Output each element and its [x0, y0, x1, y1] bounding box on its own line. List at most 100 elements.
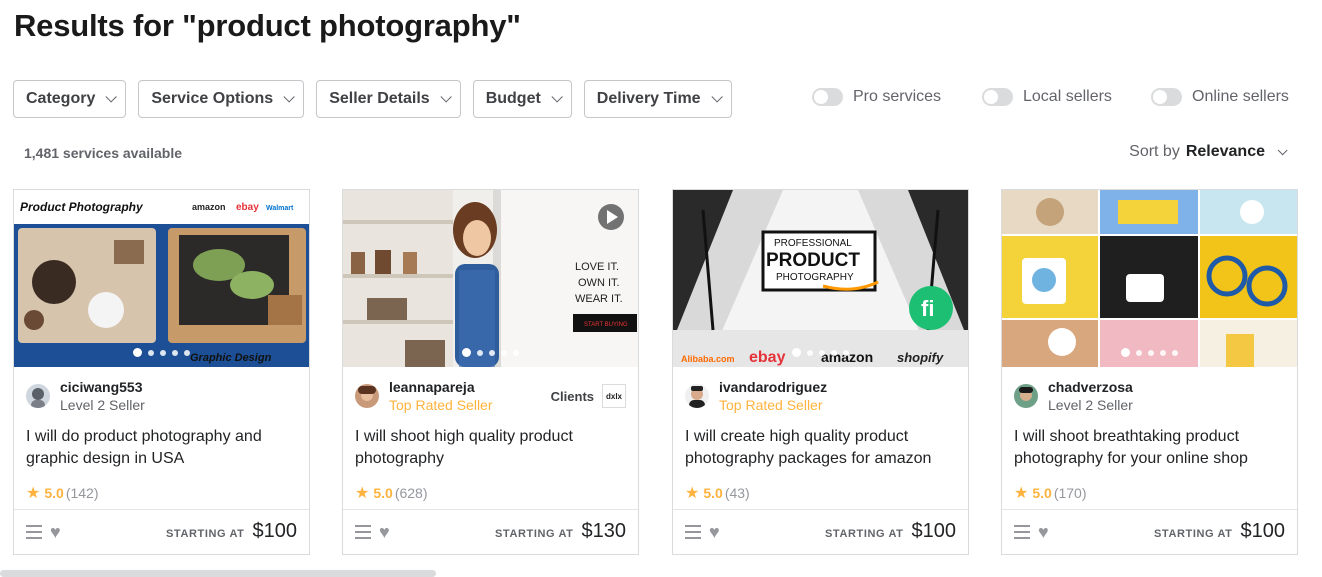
- brand-text: ebay: [236, 202, 259, 213]
- sign-text: PHOTOGRAPHY: [776, 272, 854, 283]
- filter-budget[interactable]: Budget: [472, 80, 572, 118]
- price[interactable]: STARTING AT $100: [825, 520, 956, 543]
- rating-count: (628): [394, 485, 428, 501]
- horizontal-scrollbar[interactable]: [0, 570, 436, 577]
- toggle-local-sellers[interactable]: Local sellers: [982, 88, 1112, 106]
- filter-category[interactable]: Category: [13, 80, 127, 118]
- carousel-dot[interactable]: [489, 349, 495, 356]
- seller-info[interactable]: ivandarodriguez Top Rated Seller: [685, 378, 827, 414]
- starting-at-label: STARTING AT: [1154, 528, 1233, 540]
- toggle-online-sellers[interactable]: Online sellers: [1151, 88, 1289, 106]
- seller-name[interactable]: chadverzosa: [1048, 378, 1133, 396]
- carousel-dot[interactable]: [1121, 348, 1130, 357]
- carousel-dot[interactable]: [501, 349, 507, 356]
- toggle-pro-services[interactable]: Pro services: [812, 88, 941, 106]
- chevron-down-icon: [440, 91, 452, 103]
- avatar-image: [685, 384, 709, 408]
- avatar[interactable]: [1014, 384, 1038, 408]
- carousel-dot[interactable]: [831, 349, 837, 356]
- avatar[interactable]: [685, 384, 709, 408]
- avatar[interactable]: [355, 384, 379, 408]
- carousel-dot[interactable]: [819, 349, 825, 356]
- button-text: START BUYING: [584, 322, 628, 328]
- seller-name[interactable]: ivandarodriguez: [719, 378, 827, 396]
- carousel-dots[interactable]: [673, 348, 968, 357]
- seller-level: Top Rated Seller: [719, 397, 823, 413]
- seller-level: Top Rated Seller: [389, 397, 493, 413]
- rating-count: (43): [724, 485, 750, 501]
- gig-title[interactable]: I will do product photography and graphi…: [26, 426, 298, 470]
- carousel-dot[interactable]: [160, 349, 166, 356]
- carousel-dots[interactable]: [14, 348, 309, 357]
- avatar[interactable]: [26, 384, 50, 408]
- carousel-dot[interactable]: [1172, 349, 1178, 356]
- clients-badge[interactable]: Clients dxlx: [551, 384, 626, 408]
- menu-icon[interactable]: [26, 525, 42, 539]
- menu-icon[interactable]: [685, 525, 701, 539]
- toggle-switch[interactable]: [982, 88, 1013, 106]
- carousel-dot[interactable]: [1160, 349, 1166, 356]
- heart-icon[interactable]: ♥: [379, 522, 390, 543]
- seller-info[interactable]: chadverzosa Level 2 Seller: [1014, 378, 1133, 414]
- filter-label: Seller Details: [329, 90, 430, 107]
- gig-thumbnail[interactable]: [1002, 190, 1297, 367]
- carousel-dot[interactable]: [172, 349, 178, 356]
- avatar-image: [1014, 384, 1038, 408]
- price[interactable]: STARTING AT $100: [166, 520, 297, 543]
- carousel-dot[interactable]: [148, 349, 154, 356]
- gig-image: LOVE IT. OWN IT. WEAR IT. START BUYING: [343, 190, 638, 367]
- badge-text: fi: [921, 296, 934, 321]
- seller-name[interactable]: ciciwang553: [60, 378, 145, 396]
- filter-label: Service Options: [151, 90, 274, 107]
- filter-label: Delivery Time: [596, 90, 701, 107]
- carousel-dot[interactable]: [1148, 349, 1154, 356]
- heart-icon[interactable]: ♥: [709, 522, 720, 543]
- gig-thumbnail[interactable]: PROFESSIONAL PRODUCT PHOTOGRAPHY fi Alib…: [673, 190, 968, 367]
- filter-label: Category: [26, 90, 96, 107]
- gig-title[interactable]: I will shoot high quality product photog…: [355, 426, 627, 470]
- seller-name[interactable]: leannapareja: [389, 378, 493, 396]
- gig-image: Product Photography amazon ebay Walmart …: [14, 190, 309, 367]
- filter-label: Budget: [485, 90, 541, 107]
- toggle-switch[interactable]: [812, 88, 843, 106]
- sort-value: Relevance: [1185, 143, 1265, 160]
- gig-card[interactable]: LOVE IT. OWN IT. WEAR IT. START BUYING l…: [342, 189, 639, 555]
- carousel-dot[interactable]: [513, 349, 519, 356]
- seller-info[interactable]: leannapareja Top Rated Seller: [355, 378, 493, 414]
- carousel-dots[interactable]: [343, 348, 638, 357]
- price-value: $130: [581, 520, 627, 542]
- carousel-dots[interactable]: [1002, 348, 1297, 357]
- chevron-down-icon: [711, 91, 723, 103]
- filter-delivery-time[interactable]: Delivery Time: [583, 80, 732, 118]
- carousel-dot[interactable]: [792, 348, 801, 357]
- carousel-dot[interactable]: [133, 348, 142, 357]
- star-icon: ★: [355, 485, 370, 502]
- rating: ★ 5.0 (628): [355, 483, 428, 503]
- carousel-dot[interactable]: [807, 349, 813, 356]
- gig-card[interactable]: PROFESSIONAL PRODUCT PHOTOGRAPHY fi Alib…: [672, 189, 969, 555]
- gig-title[interactable]: I will create high quality product photo…: [685, 426, 957, 470]
- carousel-dot[interactable]: [1136, 349, 1142, 356]
- gig-title[interactable]: I will shoot breathtaking product photog…: [1014, 426, 1286, 470]
- results-count: 1,481 services available: [24, 145, 183, 161]
- menu-icon[interactable]: [355, 525, 371, 539]
- filter-seller-details[interactable]: Seller Details: [316, 80, 461, 118]
- menu-icon[interactable]: [1014, 525, 1030, 539]
- carousel-dot[interactable]: [477, 349, 483, 356]
- toggle-switch[interactable]: [1151, 88, 1182, 106]
- price[interactable]: STARTING AT $100: [1154, 520, 1285, 543]
- gig-card[interactable]: chadverzosa Level 2 Seller I will shoot …: [1001, 189, 1298, 555]
- sort-dropdown[interactable]: Sort by Relevance: [1129, 143, 1288, 161]
- seller-level: Level 2 Seller: [1048, 397, 1133, 413]
- carousel-dot[interactable]: [462, 348, 471, 357]
- carousel-dot[interactable]: [184, 349, 190, 356]
- price[interactable]: STARTING AT $130: [495, 520, 626, 543]
- filter-service-options[interactable]: Service Options: [138, 80, 305, 118]
- gig-thumbnail[interactable]: Product Photography amazon ebay Walmart …: [14, 190, 309, 367]
- heart-icon[interactable]: ♥: [50, 522, 61, 543]
- gig-thumbnail[interactable]: LOVE IT. OWN IT. WEAR IT. START BUYING: [343, 190, 638, 367]
- seller-info[interactable]: ciciwang553 Level 2 Seller: [26, 378, 145, 414]
- gig-card[interactable]: Product Photography amazon ebay Walmart …: [13, 189, 310, 555]
- carousel-dot[interactable]: [843, 349, 849, 356]
- heart-icon[interactable]: ♥: [1038, 522, 1049, 543]
